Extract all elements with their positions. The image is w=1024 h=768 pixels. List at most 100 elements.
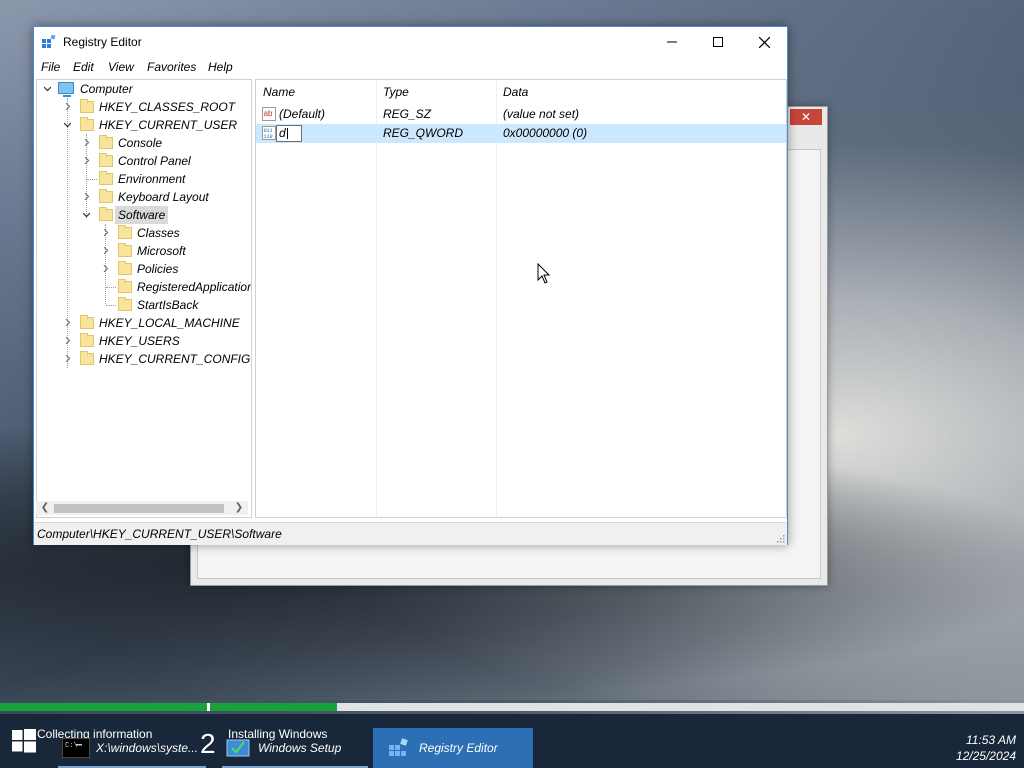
setup-dialog-close-button[interactable]: ✕ — [790, 109, 822, 125]
setup-progress-bar — [0, 703, 1024, 711]
folder-icon — [80, 99, 94, 113]
folder-icon — [80, 117, 94, 131]
registry-editor-icon — [389, 738, 408, 756]
taskbar: Collecting information 2 Installing Wind… — [0, 714, 1024, 768]
tree-item-startisback[interactable]: StartIsBack — [37, 296, 251, 314]
tree-item-hkey-current-user[interactable]: HKEY_CURRENT_USER — [37, 116, 251, 134]
tree-connector — [87, 179, 97, 180]
start-button[interactable] — [0, 714, 48, 768]
computer-icon — [58, 82, 74, 97]
windows-setup-icon — [226, 739, 250, 757]
tree-connector — [106, 305, 116, 306]
chevron-right-icon — [84, 157, 90, 164]
chevron-right-icon — [65, 337, 71, 344]
title-bar[interactable]: Registry Editor — [34, 27, 787, 57]
status-path: Computer\HKEY_CURRENT_USER\Software — [37, 527, 282, 541]
minimize-icon — [667, 41, 677, 43]
registry-editor-icon — [42, 35, 56, 48]
value-name: (Default) — [279, 107, 326, 121]
progress-phase1-fill — [0, 703, 207, 711]
taskbar-item-label: X:\windows\syste... — [96, 741, 199, 755]
tree-connector — [106, 287, 116, 288]
folder-icon — [99, 189, 113, 203]
text-caret — [287, 128, 288, 139]
tree-item-hkey-current-config[interactable]: HKEY_CURRENT_CONFIG — [37, 350, 251, 368]
tree-horizontal-scrollbar[interactable]: ❮ ❯ — [36, 501, 248, 515]
chevron-down-icon — [64, 122, 71, 128]
tree-item-environment[interactable]: Environment — [37, 170, 251, 188]
minimize-button[interactable] — [649, 27, 695, 57]
progress-phase2-fill — [210, 703, 337, 711]
value-row-d[interactable]: 011 110 d REG_QWORD 0x00000000 (0) — [256, 124, 786, 143]
column-header-type[interactable]: Type — [383, 80, 409, 104]
tree-item-microsoft[interactable]: Microsoft — [37, 242, 251, 260]
tree-item-classes[interactable]: Classes — [37, 224, 251, 242]
folder-icon — [118, 243, 132, 257]
clock-date: 12/25/2024 — [955, 749, 1016, 763]
folder-icon — [118, 261, 132, 275]
rename-input-text: d — [279, 126, 286, 140]
tree-item-registered-applications[interactable]: RegisteredApplicatior — [37, 278, 251, 296]
folder-icon — [80, 315, 94, 329]
status-bar: Computer\HKEY_CURRENT_USER\Software — [34, 522, 787, 545]
folder-icon — [118, 297, 132, 311]
values-list-pane[interactable]: Name Type Data ab (Default) REG_SZ (valu… — [255, 79, 787, 518]
svg-text:ab: ab — [264, 109, 273, 118]
svg-text:110: 110 — [264, 134, 273, 140]
maximize-button[interactable] — [695, 27, 741, 57]
binary-value-icon: 011 110 — [262, 126, 276, 140]
tree-item-hkey-local-machine[interactable]: HKEY_LOCAL_MACHINE — [37, 314, 251, 332]
taskbar-item-windows-setup[interactable]: Windows Setup — [222, 728, 368, 768]
tree-item-hkey-users[interactable]: HKEY_USERS — [37, 332, 251, 350]
menu-edit[interactable]: Edit — [73, 60, 94, 74]
key-tree-pane[interactable]: Computer HKEY_CLASSES_ROOT HKEY_CURRENT_… — [36, 79, 252, 518]
column-divider — [496, 80, 497, 517]
resize-grip-icon[interactable] — [777, 535, 785, 543]
folder-icon — [99, 207, 113, 221]
tree-item-control-panel[interactable]: Control Panel — [37, 152, 251, 170]
tree-item-policies[interactable]: Policies — [37, 260, 251, 278]
scrollbar-thumb[interactable] — [54, 504, 224, 513]
chevron-right-icon — [84, 139, 90, 146]
chevron-right-icon — [84, 193, 90, 200]
close-button[interactable] — [741, 27, 787, 57]
value-type: REG_QWORD — [383, 126, 464, 140]
chevron-right-icon — [103, 265, 109, 272]
system-clock[interactable]: 11:53 AM 12/25/2024 — [956, 732, 1016, 764]
tree-item-software[interactable]: Software — [37, 206, 251, 224]
scroll-left-arrow-icon[interactable]: ❮ — [38, 501, 52, 515]
folder-icon — [99, 135, 113, 149]
value-data: (value not set) — [503, 107, 580, 121]
tree-item-keyboard-layout[interactable]: Keyboard Layout — [37, 188, 251, 206]
menu-favorites[interactable]: Favorites — [147, 60, 196, 74]
folder-icon — [118, 279, 132, 293]
chevron-right-icon — [65, 103, 71, 110]
windows-logo-icon — [12, 729, 36, 753]
value-type: REG_SZ — [383, 107, 432, 121]
folder-icon — [80, 351, 94, 365]
menu-bar: File Edit View Favorites Help — [34, 57, 787, 77]
column-header-data[interactable]: Data — [503, 80, 528, 104]
tree-item-computer[interactable]: Computer — [37, 80, 251, 98]
svg-text:C:\: C:\ — [65, 742, 78, 750]
taskbar-item-cmd[interactable]: C:\ X:\windows\syste... — [58, 728, 206, 768]
value-row-default[interactable]: ab (Default) REG_SZ (value not set) — [256, 105, 786, 124]
value-data: 0x00000000 (0) — [503, 126, 588, 140]
window-title: Registry Editor — [63, 35, 142, 49]
chevron-down-icon — [44, 86, 51, 92]
folder-icon — [118, 225, 132, 239]
menu-file[interactable]: File — [41, 60, 60, 74]
menu-view[interactable]: View — [108, 60, 134, 74]
scroll-right-arrow-icon[interactable]: ❯ — [232, 501, 246, 515]
taskbar-item-label: Windows Setup — [258, 741, 342, 755]
taskbar-item-label: Registry Editor — [419, 741, 498, 755]
menu-help[interactable]: Help — [208, 60, 233, 74]
maximize-icon — [713, 37, 723, 47]
column-header-name[interactable]: Name — [263, 80, 295, 104]
close-icon — [758, 36, 770, 48]
rename-value-input[interactable]: d — [276, 125, 302, 142]
tree-item-hkey-classes-root[interactable]: HKEY_CLASSES_ROOT — [37, 98, 251, 116]
taskbar-item-registry-editor[interactable]: Registry Editor — [373, 728, 533, 768]
tree-item-console[interactable]: Console — [37, 134, 251, 152]
chevron-right-icon — [65, 355, 71, 362]
